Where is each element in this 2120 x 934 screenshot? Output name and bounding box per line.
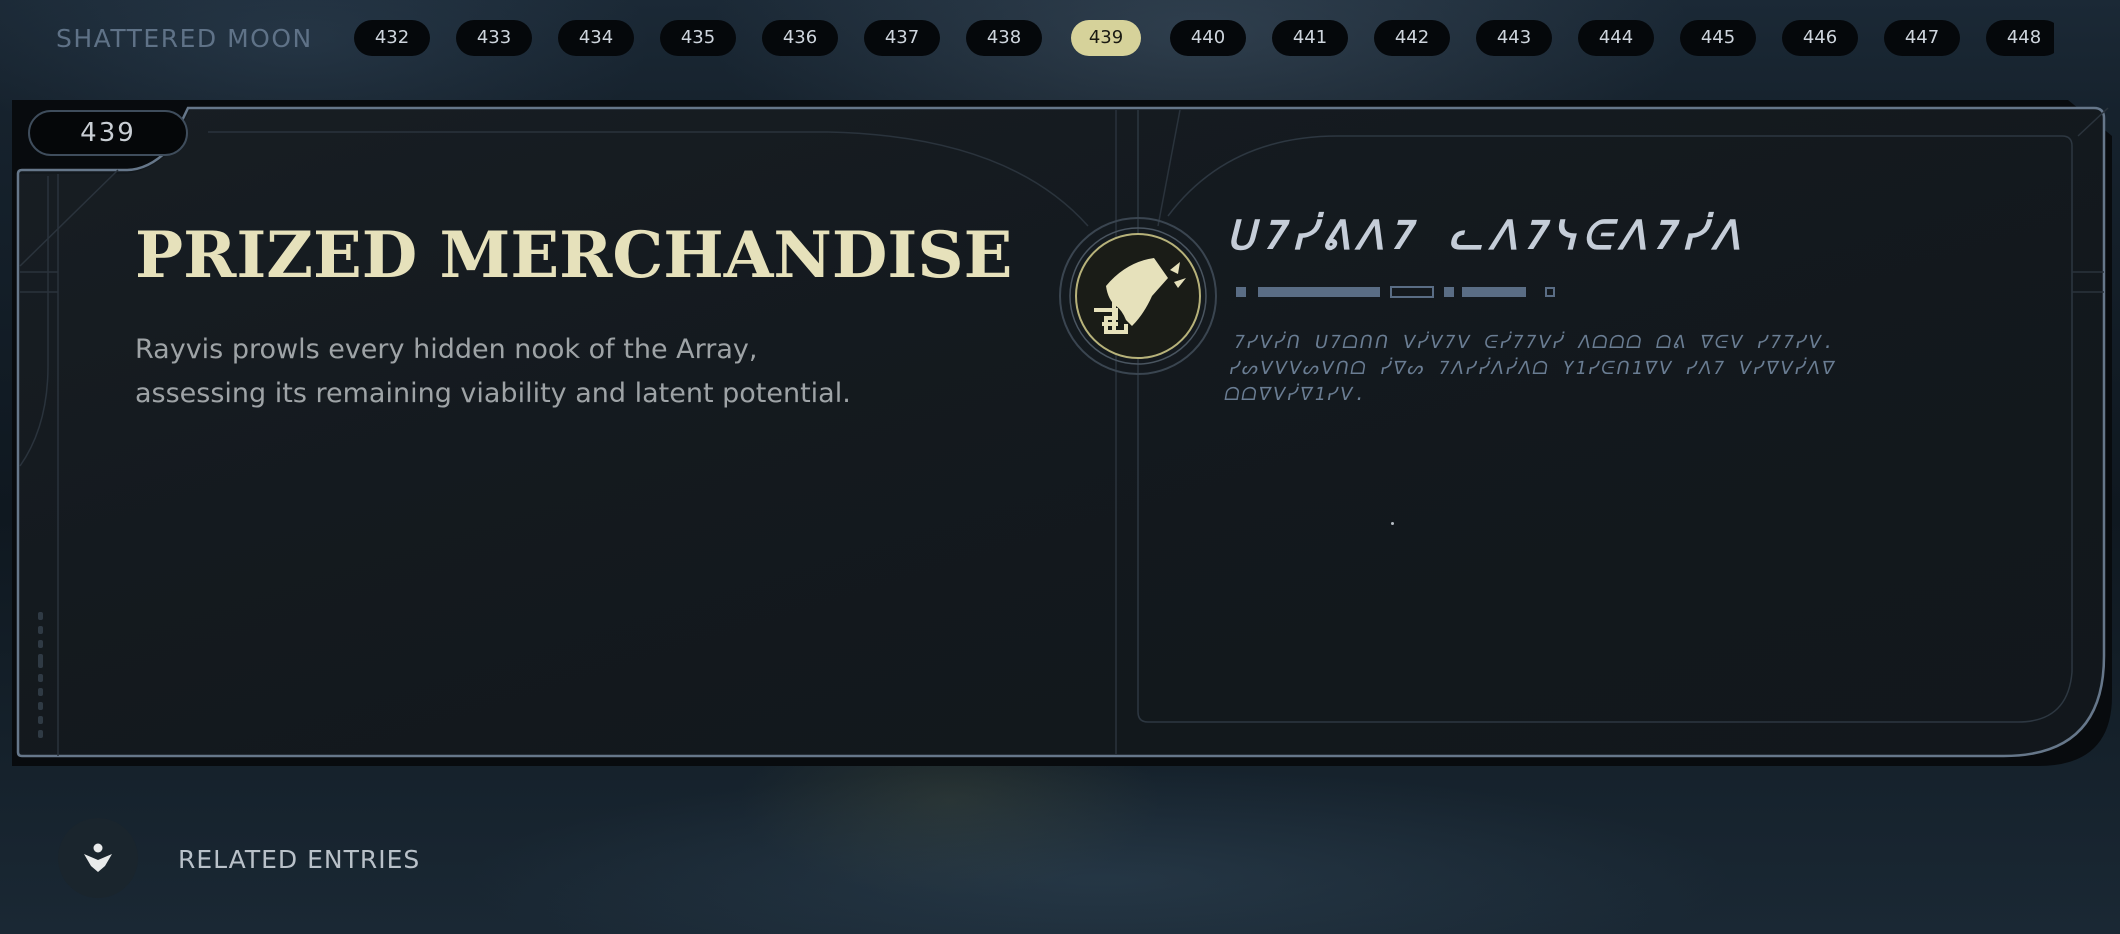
- entry-tab[interactable]: 447: [1884, 20, 1960, 56]
- related-entries-button[interactable]: [58, 818, 138, 898]
- entry-tab[interactable]: 436: [762, 20, 838, 56]
- center-dot: [1391, 522, 1394, 525]
- entry-tab[interactable]: 442: [1374, 20, 1450, 56]
- entry-panel: 439 PRIZED MERCHANDISE Rayvis prowls eve…: [8, 96, 2114, 768]
- entry-tab[interactable]: 445: [1680, 20, 1756, 56]
- panel-frame: [12, 100, 2112, 766]
- game-title: SHATTERED MOON: [56, 24, 313, 53]
- entry-description: Rayvis prowls every hidden nook of the A…: [135, 334, 851, 409]
- entry-tab[interactable]: 443: [1476, 20, 1552, 56]
- alien-script-title: ᑌ7ᓰᕕᐱ7 ᓚᐱ7ᓭᕮᐱ7ᓰᐱ: [1223, 213, 1754, 259]
- entry-tab[interactable]: 434: [558, 20, 634, 56]
- alien-script-text: 7ᓯᐯᓰᑎ ᑌ7ᗝᑎᑎ ᐯᓰᐯ7ᐯ ᕮᓰ77ᐯᓰ ᐱᗝᗝᗝ ᗝᕕ ᐁᕮᐯ ᓯ77…: [1222, 332, 1838, 405]
- entry-tab[interactable]: 441: [1272, 20, 1348, 56]
- entry-tab[interactable]: 440: [1170, 20, 1246, 56]
- entry-number-nav: 432 433 434 435 436 437 438 439 440 441 442 443 444 4…: [354, 20, 2054, 56]
- related-entries-label: RELATED ENTRIES: [178, 845, 421, 874]
- related-entries-icon: [84, 843, 112, 872]
- merchandise-emblem-icon: [1059, 217, 1217, 375]
- entry-number-badge: 439: [28, 110, 188, 156]
- entry-tab[interactable]: 446: [1782, 20, 1858, 56]
- alien-divider-bars: [1236, 286, 1555, 298]
- entry-tab[interactable]: 444: [1578, 20, 1654, 56]
- entry-tab[interactable]: 433: [456, 20, 532, 56]
- entry-tab[interactable]: 437: [864, 20, 940, 56]
- entry-tab[interactable]: 448: [1986, 20, 2054, 56]
- entry-tab[interactable]: 438: [966, 20, 1042, 56]
- entry-tab[interactable]: 432: [354, 20, 430, 56]
- entry-tab-active[interactable]: 439: [1071, 20, 1141, 56]
- entry-title: PRIZED MERCHANDISE: [135, 218, 1013, 293]
- entry-tab[interactable]: 435: [660, 20, 736, 56]
